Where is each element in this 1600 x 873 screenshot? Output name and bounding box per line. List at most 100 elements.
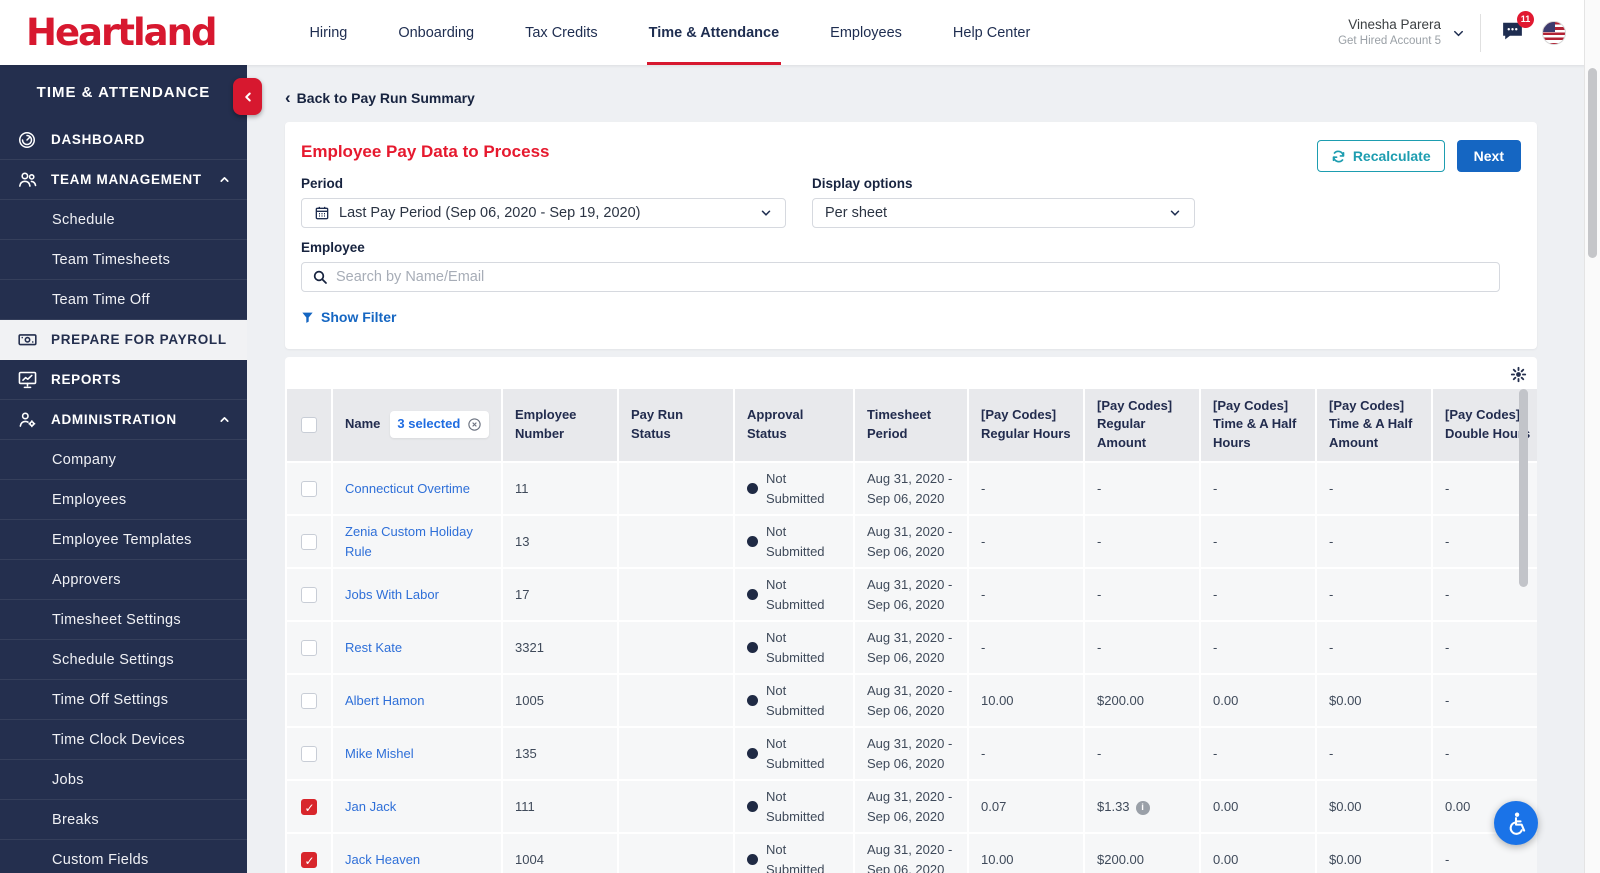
- time-half-hours-cell: -: [1201, 622, 1315, 674]
- topnav-item-employees[interactable]: Employees: [828, 0, 904, 65]
- recalculate-button[interactable]: Recalculate: [1316, 140, 1445, 172]
- topnav-item-onboarding[interactable]: Onboarding: [396, 0, 476, 65]
- select-all-checkbox[interactable]: [301, 416, 317, 433]
- clear-selection-icon[interactable]: [467, 417, 482, 432]
- timesheet-period-cell: Aug 31, 2020 - Sep 06, 2020: [855, 728, 967, 780]
- pay-run-status-cell: [619, 463, 733, 515]
- sidebar-item-prepare-for-payroll[interactable]: PREPARE FOR PAYROLL: [0, 320, 247, 360]
- topnav-item-time-attendance[interactable]: Time & Attendance: [646, 0, 782, 65]
- sidebar-item-company[interactable]: Company: [0, 440, 247, 480]
- sidebar-item-team-time-off[interactable]: Team Time Off: [0, 280, 247, 320]
- approval-status-cell: Not Submitted: [735, 622, 853, 674]
- pay-run-status-cell: [619, 781, 733, 833]
- approval-status-cell: Not Submitted: [735, 516, 853, 568]
- employee-number-cell: 3321: [503, 622, 617, 674]
- row-checkbox[interactable]: [301, 799, 317, 817]
- approval-status-cell: Not Submitted: [735, 569, 853, 621]
- page-scrollbar[interactable]: [1584, 0, 1600, 873]
- show-filter-link[interactable]: Show Filter: [301, 309, 396, 325]
- row-checkbox[interactable]: [301, 481, 317, 498]
- sidebar-item-time-clock-devices[interactable]: Time Clock Devices: [0, 720, 247, 760]
- messages-button[interactable]: 11: [1499, 10, 1534, 48]
- status-dot: [747, 801, 758, 813]
- display-options-label: Display options: [812, 176, 913, 191]
- sidebar-item-breaks[interactable]: Breaks: [0, 800, 247, 840]
- employee-number-cell: 11: [503, 463, 617, 515]
- back-to-pay-run-summary-link[interactable]: ‹ Back to Pay Run Summary: [285, 89, 475, 106]
- table-header-row: Name 3 selected Employee Number Pay Run S…: [287, 388, 1537, 462]
- sidebar-item-timesheet-settings[interactable]: Timesheet Settings: [0, 600, 247, 640]
- sidebar-item-jobs[interactable]: Jobs: [0, 760, 247, 800]
- employee-name-link[interactable]: Jobs With Labor: [345, 587, 439, 602]
- next-button[interactable]: Next: [1456, 140, 1521, 172]
- column-header-pay-codes-time-a-half-hours: [Pay Codes] Time & A Half Hours: [1201, 388, 1315, 462]
- employee-name-link[interactable]: Zenia Custom Holiday Rule: [345, 524, 473, 559]
- page-scrollbar-thumb[interactable]: [1588, 68, 1597, 258]
- table-settings-gear-icon[interactable]: [1510, 366, 1527, 383]
- sidebar-item-team-management[interactable]: TEAM MANAGEMENT: [0, 160, 247, 200]
- time-half-hours-cell: 0.00: [1201, 675, 1315, 727]
- period-select[interactable]: Last Pay Period (Sep 06, 2020 - Sep 19, …: [301, 198, 786, 228]
- topnav-item-tax-credits[interactable]: Tax Credits: [523, 0, 600, 65]
- time-half-amount-cell: -: [1317, 516, 1431, 568]
- employee-name-link[interactable]: Jan Jack: [345, 799, 396, 814]
- top-navigation-bar: Heartland Hiring Onboarding Tax Credits …: [0, 0, 1600, 65]
- chevron-down-icon: [761, 210, 771, 216]
- sidebar-item-time-off-settings[interactable]: Time Off Settings: [0, 680, 247, 720]
- employee-name-link[interactable]: Connecticut Overtime: [345, 481, 470, 496]
- calendar-icon: [314, 205, 330, 221]
- regular-amount-cell: $1.33 i: [1085, 781, 1199, 833]
- time-half-hours-cell: -: [1201, 516, 1315, 568]
- employee-name-link[interactable]: Jack Heaven: [345, 852, 420, 867]
- language-flag-icon[interactable]: [1542, 20, 1566, 45]
- dashboard-icon: [16, 129, 38, 151]
- payroll-icon: [16, 329, 38, 351]
- sidebar-item-reports[interactable]: REPORTS: [0, 360, 247, 400]
- sidebar-item-administration[interactable]: ADMINISTRATION: [0, 400, 247, 440]
- status-dot: [747, 536, 758, 548]
- regular-hours-cell: -: [969, 728, 1083, 780]
- row-checkbox[interactable]: [301, 640, 317, 657]
- sidebar-item-employee-templates[interactable]: Employee Templates: [0, 520, 247, 560]
- row-checkbox[interactable]: [301, 534, 317, 551]
- employee-name-link[interactable]: Rest Kate: [345, 640, 402, 655]
- row-checkbox[interactable]: [301, 746, 317, 763]
- row-checkbox[interactable]: [301, 852, 317, 870]
- display-options-value: Per sheet: [825, 205, 888, 221]
- user-menu[interactable]: Vinesha Parera Get Hired Account 5: [1338, 17, 1441, 48]
- display-options-select[interactable]: Per sheet: [812, 198, 1195, 228]
- timesheet-period-cell: Aug 31, 2020 - Sep 06, 2020: [855, 834, 967, 873]
- employee-number-cell: 1004: [503, 834, 617, 873]
- sidebar-item-schedule-settings[interactable]: Schedule Settings: [0, 640, 247, 680]
- employee-search-input[interactable]: [336, 269, 1489, 285]
- user-account: Get Hired Account 5: [1338, 34, 1441, 47]
- table-scrollbar-thumb[interactable]: [1519, 388, 1528, 587]
- topnav-item-hiring[interactable]: Hiring: [307, 0, 349, 65]
- timesheet-period-cell: Aug 31, 2020 - Sep 06, 2020: [855, 622, 967, 674]
- employee-number-cell: 17: [503, 569, 617, 621]
- sidebar-item-team-timesheets[interactable]: Team Timesheets: [0, 240, 247, 280]
- accessibility-button[interactable]: [1494, 801, 1538, 845]
- heartland-logo[interactable]: Heartland: [26, 11, 217, 54]
- topnav-item-help-center[interactable]: Help Center: [951, 0, 1032, 65]
- sidebar-item-dashboard[interactable]: DASHBOARD: [0, 120, 247, 160]
- employee-name-link[interactable]: Mike Mishel: [345, 746, 414, 761]
- time-half-amount-cell: -: [1317, 622, 1431, 674]
- employee-name-link[interactable]: Albert Hamon: [345, 693, 424, 708]
- column-header-pay-codes-regular-hours: [Pay Codes] Regular Hours: [969, 388, 1083, 462]
- sidebar-collapse-button[interactable]: [233, 78, 262, 115]
- chevron-down-icon[interactable]: [1451, 26, 1466, 46]
- sidebar-item-schedule[interactable]: Schedule: [0, 200, 247, 240]
- sidebar-item-employees[interactable]: Employees: [0, 480, 247, 520]
- row-checkbox[interactable]: [301, 693, 317, 710]
- table-row: Albert Hamon 1005 Not Submitted Aug 31, …: [287, 675, 1537, 727]
- approval-status-cell: Not Submitted: [735, 781, 853, 833]
- chevron-left-icon: [244, 92, 251, 101]
- row-checkbox[interactable]: [301, 587, 317, 604]
- team-icon: [16, 169, 38, 191]
- timesheet-period-cell: Aug 31, 2020 - Sep 06, 2020: [855, 569, 967, 621]
- sidebar-item-approvers[interactable]: Approvers: [0, 560, 247, 600]
- sidebar-item-custom-fields[interactable]: Custom Fields: [0, 840, 247, 873]
- approval-status-cell: Not Submitted: [735, 675, 853, 727]
- info-icon[interactable]: i: [1135, 800, 1150, 815]
